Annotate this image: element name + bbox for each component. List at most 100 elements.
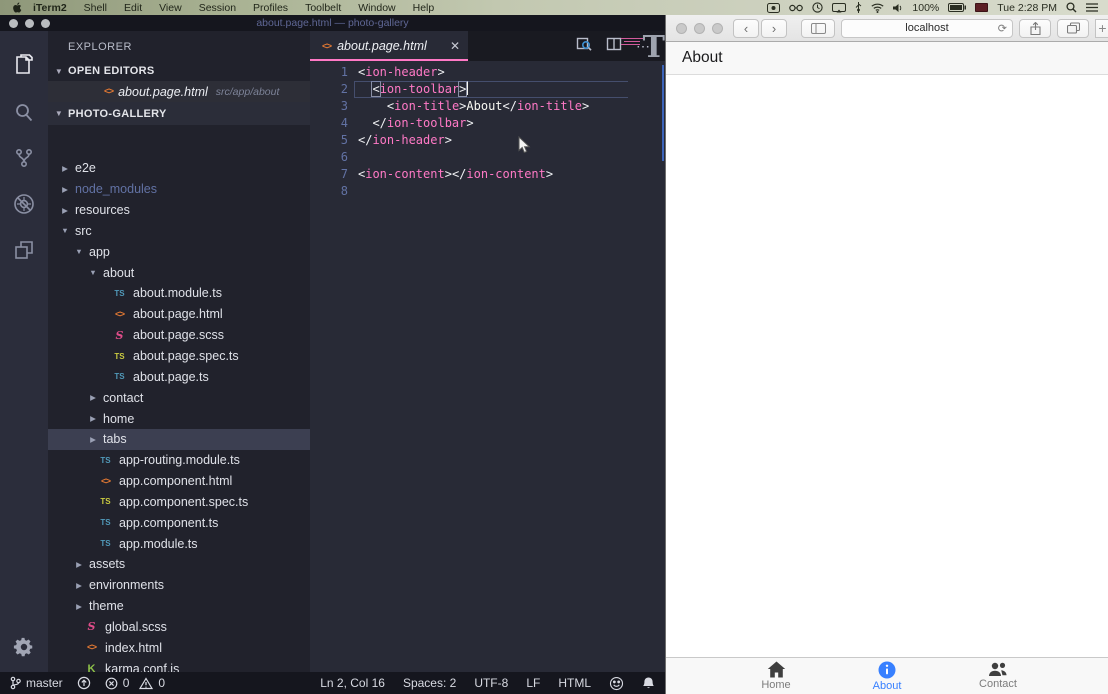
code-line-1[interactable]: 1<ion-header> [310,64,665,81]
menu-profiles[interactable]: Profiles [253,2,288,14]
reload-icon[interactable]: ⟳ [998,22,1007,35]
close-tab-icon[interactable]: ✕ [450,39,460,53]
code-editor[interactable]: 1<ion-header>2 <ion-toolbar>3 <ion-title… [310,61,665,672]
input-source-flag-icon[interactable] [975,3,988,12]
tree-file-about.page.spec.ts[interactable]: TSabout.page.spec.ts [48,346,310,367]
menu-iterm2[interactable]: iTerm2 [33,2,67,14]
problems-indicator[interactable]: 0 0 [105,676,165,690]
zoom-window-button[interactable] [712,23,723,34]
code-line-7[interactable]: 7<ion-content></ion-content> [310,166,665,183]
indentation-indicator[interactable]: Spaces: 2 [403,676,456,690]
open-editor-item[interactable]: <> about.page.html src/app/about [48,81,310,102]
menu-help[interactable]: Help [413,2,435,14]
cursor-position-indicator[interactable]: Ln 2, Col 16 [320,676,385,690]
time-machine-icon[interactable] [812,2,823,13]
chevron-right-icon: ▶ [88,435,98,444]
forward-button[interactable]: › [761,19,787,38]
open-preview-icon[interactable] [576,36,592,57]
airplay-display-icon[interactable] [832,3,846,13]
tree-folder-contact[interactable]: ▶contact [48,387,310,408]
battery-icon[interactable] [948,3,966,12]
tree-file-app.module.ts[interactable]: TSapp.module.ts [48,533,310,554]
tab-about[interactable]: About [832,658,942,694]
glasses-icon[interactable] [789,3,803,12]
code-line-6[interactable]: 6 [310,149,665,166]
wifi-icon[interactable] [871,3,884,13]
split-editor-icon[interactable] [606,36,622,57]
tree-folder-assets[interactable]: ▶assets [48,554,310,575]
menubar-clock[interactable]: Tue 2:28 PM [997,2,1057,14]
screen-recording-icon[interactable] [767,3,780,13]
tree-folder-about[interactable]: ▼about [48,262,310,283]
tree-file-index.html[interactable]: <>index.html [48,637,310,658]
tree-folder-environments[interactable]: ▶environments [48,575,310,596]
sidebar-toggle-button[interactable] [801,19,835,38]
apple-menu-icon[interactable] [12,2,23,13]
tree-file-karma.conf.js[interactable]: Kkarma.conf.js [48,658,310,672]
tree-folder-tabs[interactable]: ▶tabs [48,429,310,450]
open-editors-section-header[interactable]: ▼ OPEN EDITORS [48,61,310,81]
volume-icon[interactable] [893,3,903,13]
menu-toolbelt[interactable]: Toolbelt [305,2,341,14]
tree-file-app-routing.module.ts[interactable]: TSapp-routing.module.ts [48,450,310,471]
tree-file-app.component.html[interactable]: <>app.component.html [48,471,310,492]
share-button[interactable] [1019,19,1051,38]
extensions-icon[interactable] [0,227,48,273]
tree-folder-theme[interactable]: ▶theme [48,596,310,617]
debug-icon[interactable] [0,181,48,227]
menu-view[interactable]: View [159,2,182,14]
minimize-window-button[interactable] [694,23,705,34]
back-button[interactable]: ‹ [733,19,759,38]
tree-file-about.page.scss[interactable]: Sabout.page.scss [48,325,310,346]
project-section-header[interactable]: ▼ PHOTO-GALLERY [48,102,310,125]
line-number: 4 [310,115,358,132]
code-line-2[interactable]: 2 <ion-toolbar> [310,81,665,98]
search-icon[interactable] [0,89,48,135]
tree-folder-e2e[interactable]: ▶e2e [48,158,310,179]
tree-folder-app[interactable]: ▼app [48,241,310,262]
dongle-icon[interactable] [855,2,862,13]
address-bar[interactable]: localhost ⟳ [841,19,1013,38]
notifications-bell-icon[interactable] [642,676,655,691]
tree-folder-home[interactable]: ▶home [48,408,310,429]
tree-file-global.scss[interactable]: Sglobal.scss [48,617,310,638]
tree-folder-resources[interactable]: ▶resources [48,200,310,221]
git-branch-indicator[interactable]: master [10,676,63,690]
encoding-indicator[interactable]: UTF-8 [474,676,508,690]
tree-folder-node_modules[interactable]: ▶node_modules [48,179,310,200]
tree-file-about.page.ts[interactable]: TSabout.page.ts [48,366,310,387]
code-line-5[interactable]: 5</ion-header> [310,132,665,149]
tree-file-app.component.ts[interactable]: TSapp.component.ts [48,512,310,533]
code-line-4[interactable]: 4 </ion-toolbar> [310,115,665,132]
settings-gear-icon[interactable] [0,636,48,658]
sync-indicator[interactable] [77,676,91,690]
menu-session[interactable]: Session [199,2,236,14]
branch-name: master [26,676,63,690]
notification-center-icon[interactable] [1086,3,1098,12]
code-line-8[interactable]: 8 [310,183,665,200]
macos-menubar: iTerm2 Shell Edit View Session Profiles Toolbe… [0,0,1108,15]
tree-file-app.component.spec.ts[interactable]: TSapp.component.spec.ts [48,492,310,513]
new-tab-button[interactable]: + [1095,19,1108,38]
tab-about-page-html[interactable]: <> about.page.html ✕ [310,31,468,61]
show-all-tabs-button[interactable] [1057,19,1089,38]
tabs-overview-icon [1067,22,1080,34]
feedback-smiley-icon[interactable] [609,676,624,691]
vscode-titlebar[interactable]: about.page.html — photo-gallery [0,15,665,31]
information-circle-icon [878,661,896,679]
eol-indicator[interactable]: LF [526,676,540,690]
source-control-icon[interactable] [0,135,48,181]
tab-home[interactable]: Home [721,658,831,694]
menu-window[interactable]: Window [358,2,395,14]
code-line-3[interactable]: 3 <ion-title>About</ion-title> [310,98,665,115]
close-window-button[interactable] [676,23,687,34]
tree-file-about.module.ts[interactable]: TSabout.module.ts [48,283,310,304]
spotlight-icon[interactable] [1066,2,1077,13]
menu-edit[interactable]: Edit [124,2,142,14]
explorer-icon[interactable] [0,43,48,89]
tab-contact[interactable]: Contact [943,658,1053,694]
tree-file-about.page.html[interactable]: <>about.page.html [48,304,310,325]
tree-folder-src[interactable]: ▼src [48,221,310,242]
menu-shell[interactable]: Shell [84,2,107,14]
language-mode-indicator[interactable]: HTML [558,676,591,690]
